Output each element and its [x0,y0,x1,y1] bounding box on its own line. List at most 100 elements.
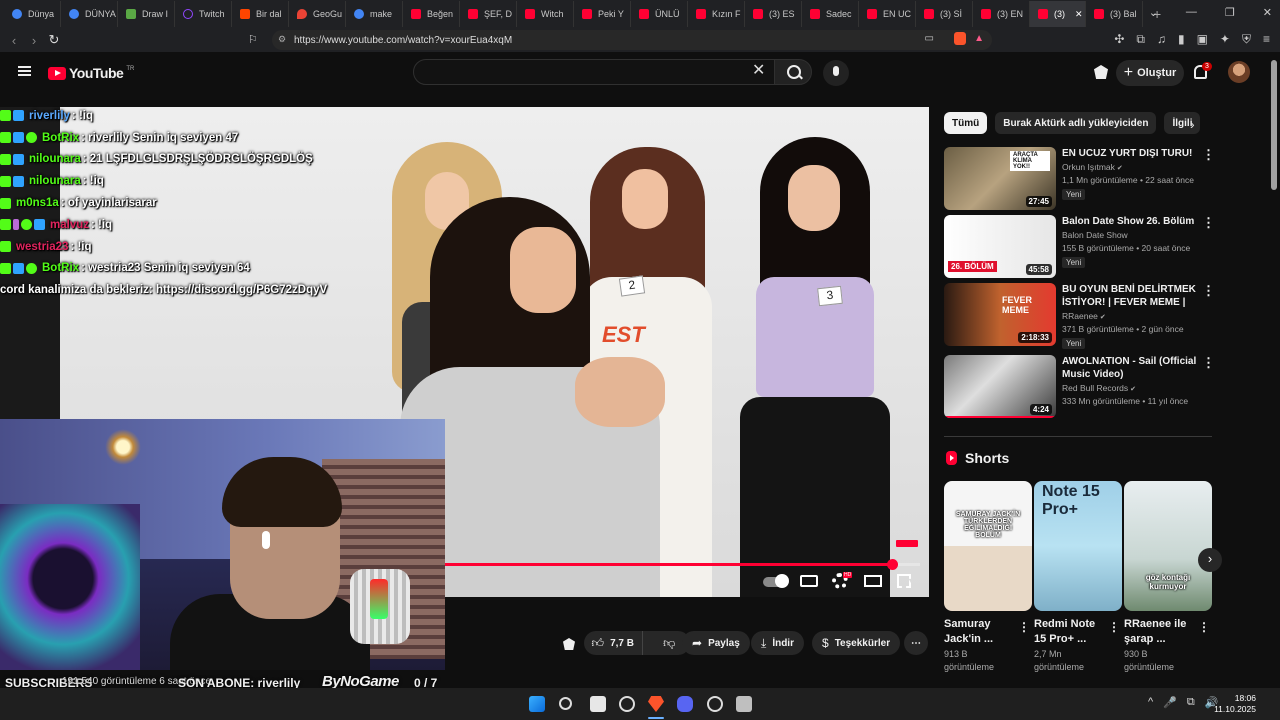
clear-search-icon[interactable]: ✕ [752,63,765,79]
back-icon[interactable]: ‹ [4,33,24,48]
menu-icon[interactable]: ≡ [1263,32,1270,47]
short-title[interactable]: RRaenee ile şarap ... [1124,617,1200,647]
screenshot-icon[interactable]: ⧉ [1136,32,1145,47]
thanks-button[interactable]: $ Teşekkürler [812,631,901,655]
browser-tab[interactable]: (3) EN [973,1,1030,27]
browser-tab[interactable]: Sadec [802,1,859,27]
video-thumbnail[interactable]: FEVER MEME 2:18:33 [944,283,1056,346]
start-menu-icon[interactable] [529,696,545,712]
filter-chip[interactable]: Burak Aktürk adlı yükleyiciden [995,112,1157,134]
video-thumbnail[interactable]: 4:24 [944,355,1056,418]
seek-handle[interactable] [886,559,898,570]
sidebar-icon[interactable]: ▮ [1178,32,1185,47]
chevron-down-icon[interactable]: ⌄ [1149,6,1158,19]
clock[interactable]: 18:06 11.10.2025 [1214,693,1256,715]
subtitles-icon[interactable] [800,575,818,587]
youtube-logo[interactable]: YouTube TR [48,65,134,81]
short-title[interactable]: Redmi Note 15 Pro+ ... [1034,617,1110,647]
more-options-icon[interactable]: ⋮ [1202,147,1215,163]
display-icon[interactable]: ⧉ [1187,696,1195,709]
browser-tab[interactable]: (3) ES [745,1,802,27]
browser-tab[interactable]: Beğen [403,1,460,27]
video-title[interactable]: AWOLNATION - Sail (Official Music Video) [1062,355,1202,381]
wallet-icon[interactable]: ▣ [1197,32,1208,47]
more-options-icon[interactable]: ⋮ [1108,620,1120,634]
more-options-icon[interactable]: ⋮ [1202,215,1215,231]
browser-tab[interactable]: make [346,1,403,27]
forward-icon[interactable]: › [24,33,44,48]
browser-tab[interactable]: Dünya [4,1,61,27]
url-field[interactable]: ⚙ https://www.youtube.com/watch?v=xourEu… [272,30,992,50]
minimize-icon[interactable]: — [1186,6,1197,19]
more-options-icon[interactable]: ⋮ [1202,283,1215,299]
create-button[interactable]: + Oluştur [1116,60,1184,86]
discord-icon[interactable] [677,696,693,712]
search-input[interactable] [413,59,775,85]
more-options-icon[interactable]: ⋮ [1198,620,1210,634]
share-button[interactable]: ➦ Paylaş [682,631,750,655]
like-button[interactable]: 👍︎ 7,7 B [584,631,643,655]
theater-mode-icon[interactable] [864,575,882,587]
avatar[interactable] [1228,61,1250,83]
browser-tab[interactable]: ŞEF, D [460,1,517,27]
autoplay-toggle[interactable] [763,574,789,588]
channel-name[interactable]: Red Bull Records ✔ [1062,383,1136,393]
short-thumbnail[interactable]: SAMURAY JACK'İN TÜRKLERDEN EĞİLİMALDIĞI … [944,481,1032,611]
cast-icon[interactable]: ▭ [925,33,934,44]
browser-tab[interactable]: Twitch [175,1,232,27]
short-thumbnail[interactable]: göz kontağı kurmuyor [1124,481,1212,611]
file-explorer-icon[interactable] [590,696,606,712]
more-actions-button[interactable]: ⋯ [904,631,928,655]
microphone-icon[interactable]: 🎤 [1163,696,1177,709]
brave-shield-icon[interactable] [954,32,966,45]
music-icon[interactable]: ♫ [1157,32,1166,47]
download-button[interactable]: ⤓ İndir [751,631,804,655]
search-button[interactable] [774,59,812,85]
browser-tab[interactable]: ÜNLÜ [631,1,688,27]
recommended-video[interactable]: ARAÇTA KLİMA YOK!! 27:45 EN UCUZ YURT DIŞI… [944,147,1224,211]
shorts-next-button[interactable]: › [1198,548,1222,572]
browser-tab[interactable]: GeoGu [289,1,346,27]
video-title[interactable]: EN UCUZ YURT DIŞI TURU! [1062,147,1202,160]
page-scrollbar[interactable] [1271,60,1277,190]
seek-bar[interactable] [445,559,920,570]
recommended-video[interactable]: 4:24 AWOLNATION - Sail (Official Music Vi… [944,355,1224,419]
browser-tab[interactable]: Witch [517,1,574,27]
recommended-video[interactable]: FEVER MEME 2:18:33 BU OYUN BENİ DELİRTMEK … [944,283,1224,349]
browser-tab[interactable]: EN UC [859,1,916,27]
calculator-icon[interactable] [736,696,752,712]
video-title[interactable]: Balon Date Show 26. Bölüm [1062,215,1202,228]
channel-name[interactable]: Orkun Işıtmak ✔ [1062,162,1123,172]
video-thumbnail[interactable]: 26. BÖLÜM 45:58 [944,215,1056,278]
channel-name[interactable]: Balon Date Show [1062,230,1128,240]
brave-rewards-icon[interactable]: ▲ [974,33,984,44]
short-thumbnail[interactable]: Note 15 Pro+ [1034,481,1122,611]
vpn-icon[interactable]: ⛨ [1242,32,1251,47]
restore-icon[interactable]: ❐ [1225,6,1235,19]
recommended-video[interactable]: 26. BÖLÜM 45:58 Balon Date Show 26. Bölüm B… [944,215,1224,279]
extension-puzzle-icon[interactable]: ✣ [1114,32,1124,47]
browser-tab[interactable]: Kızın F [688,1,745,27]
browser-tab[interactable]: (3) Bal [1086,1,1143,27]
browser-tab[interactable]: Bir dal [232,1,289,27]
hamburger-menu-icon[interactable] [18,66,31,76]
browser-tab[interactable]: Draw I [118,1,175,27]
browser-tab[interactable]: (3) Sİ [916,1,973,27]
short-title[interactable]: Samuray Jack'in ... [944,617,1020,647]
filter-chip[interactable]: Tümü [944,112,988,134]
filter-chip[interactable]: İlgili [1164,112,1201,134]
bookmark-icon[interactable]: ⚐ [248,33,258,46]
browser-tab[interactable]: DÜNYA [61,1,118,27]
site-info-icon[interactable]: ⚙ [278,34,286,45]
show-hidden-icons-icon[interactable]: ^ [1148,696,1153,709]
brave-browser-icon[interactable] [648,696,664,712]
browser-tab[interactable]: Peki Y [574,1,631,27]
xbox-icon[interactable] [707,696,723,712]
video-thumbnail[interactable]: ARAÇTA KLİMA YOK!! 27:45 [944,147,1056,210]
browser-tab[interactable]: (3) ✕ [1030,1,1086,27]
video-title[interactable]: BU OYUN BENİ DELİRTMEK İSTİYOR! | FEVER … [1062,283,1202,309]
leo-ai-icon[interactable]: ✦ [1220,32,1230,47]
chevron-right-icon[interactable]: › [1190,116,1195,132]
channel-name[interactable]: RRaenee ✔ [1062,311,1106,321]
chatgpt-icon[interactable] [619,696,635,712]
